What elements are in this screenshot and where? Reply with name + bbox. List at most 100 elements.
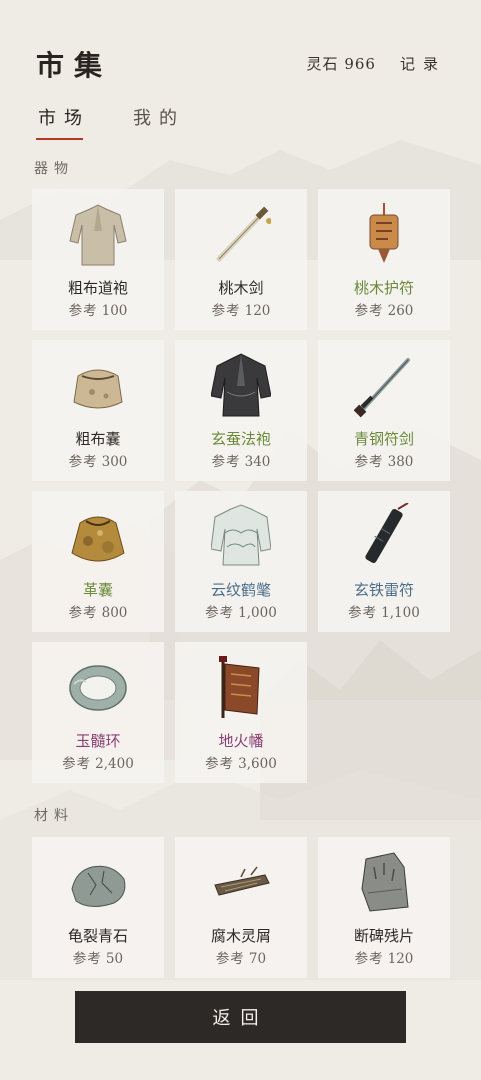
item-name: 龟裂青石 [67,927,128,945]
spirit-stone-balance: 灵石 966 [307,53,376,74]
header-actions: 灵石 966 记录 [307,53,446,74]
price-label: 参考 [354,303,384,319]
price-value: 100 [101,303,128,319]
price-label: 参考 [215,951,245,967]
price-value: 50 [105,951,124,967]
price-label: 参考 [68,605,98,621]
tab-bar: 市场 我的 [36,104,336,144]
item-name: 腐木灵屑 [210,927,271,945]
materials-card[interactable]: 龟裂青石参考 50 [32,837,164,978]
price-label: 参考 [211,454,241,470]
item-price: 参考 1,000 [175,601,307,621]
price-value: 120 [387,951,414,967]
cracked-stone-icon [71,865,126,907]
item-name: 玉髓环 [75,732,121,750]
wooden-sword-icon [216,206,271,262]
item-name: 桃木护符 [353,279,414,297]
item-price: 参考 1,100 [318,601,450,621]
item-price: 参考 100 [32,299,164,319]
materials-grid: 龟裂青石 参考 50 腐木灵屑 参考 70 断碑残片 参考 120 [32,837,450,978]
tab-mine[interactable]: 我的 [133,104,185,130]
price-value: 70 [248,951,267,967]
item-price: 参考 340 [175,450,307,470]
price-value: 2,400 [95,756,134,772]
price-label: 参考 [348,605,378,621]
item-name: 青钢符剑 [353,430,414,448]
items-grid: 粗布道袍 参考 100 桃木剑 参考 120 桃木护符 参考 260 粗布囊 参考 300 玄蚕法袍 参考… [32,189,450,783]
stele-fragment-icon [361,852,409,912]
price-value: 1,100 [381,605,420,621]
iron-charm-icon [365,503,409,564]
rotten-wood-icon [214,866,270,896]
items-card[interactable]: 粗布囊参考 300 [32,340,164,481]
item-name: 玄铁雷符 [353,581,414,599]
item-name: 地火幡 [218,732,264,750]
talisman-icon [369,203,399,263]
item-name: 玄蚕法袍 [210,430,271,448]
materials-card[interactable]: 腐木灵屑参考 70 [175,837,307,978]
item-name: 云纹鹤氅 [210,581,271,599]
price-label: 参考 [211,303,241,319]
price-value: 800 [101,605,128,621]
price-label: 参考 [62,756,92,772]
item-price: 参考 300 [32,450,164,470]
crane-cloak-icon [211,504,271,566]
price-label: 参考 [354,951,384,967]
price-value: 1,000 [238,605,277,621]
active-tab-indicator [36,138,83,140]
jade-ring-icon [69,665,127,711]
items-card[interactable]: 革囊参考 800 [32,491,164,632]
materials-card[interactable]: 断碑残片参考 120 [318,837,450,978]
items-card[interactable]: 桃木护符参考 260 [318,189,450,330]
price-label: 参考 [72,951,102,967]
items-card[interactable]: 青钢符剑参考 380 [318,340,450,481]
price-value: 260 [387,303,414,319]
fire-banner-icon [219,656,260,718]
robe-icon [69,204,127,266]
price-value: 340 [244,454,271,470]
price-value: 300 [101,454,128,470]
items-card[interactable]: 桃木剑参考 120 [175,189,307,330]
item-name: 粗布囊 [75,430,121,448]
item-price: 参考 800 [32,601,164,621]
dark-robe-icon [211,353,271,417]
item-name: 粗布道袍 [67,279,128,297]
item-price: 参考 2,400 [32,752,164,772]
price-value: 120 [244,303,271,319]
price-label: 参考 [205,756,235,772]
price-label: 参考 [205,605,235,621]
price-label: 参考 [354,454,384,470]
section-label-materials: 材料 [34,808,74,824]
item-name: 革囊 [82,581,113,599]
item-price: 参考 380 [318,450,450,470]
tab-market[interactable]: 市场 [38,104,90,130]
item-price: 参考 120 [175,299,307,319]
records-link[interactable]: 记录 [400,53,446,74]
cloth-pouch-icon [73,369,123,409]
item-price: 参考 50 [32,947,164,967]
spirit-stone-value: 966 [344,55,376,73]
item-price: 参考 70 [175,947,307,967]
items-card[interactable]: 玄蚕法袍参考 340 [175,340,307,481]
header: 市集 灵石 966 记录 [36,40,446,88]
section-label-items: 器物 [34,161,74,177]
steel-sword-icon [354,358,410,418]
leather-pouch-icon [71,516,125,562]
items-card[interactable]: 地火幡参考 3,600 [175,642,307,783]
price-label: 参考 [68,303,98,319]
items-card[interactable]: 玄铁雷符参考 1,100 [318,491,450,632]
price-value: 3,600 [238,756,277,772]
item-price: 参考 3,600 [175,752,307,772]
item-name: 桃木剑 [218,279,264,297]
back-button[interactable]: 返回 [75,991,406,1043]
item-price: 参考 260 [318,299,450,319]
items-card[interactable]: 云纹鹤氅参考 1,000 [175,491,307,632]
items-card[interactable]: 玉髓环参考 2,400 [32,642,164,783]
items-card[interactable]: 粗布道袍参考 100 [32,189,164,330]
item-name: 断碑残片 [353,927,414,945]
price-label: 参考 [68,454,98,470]
item-price: 参考 120 [318,947,450,967]
price-value: 380 [387,454,414,470]
spirit-stone-label: 灵石 [306,55,339,73]
page-title: 市集 [36,49,113,82]
